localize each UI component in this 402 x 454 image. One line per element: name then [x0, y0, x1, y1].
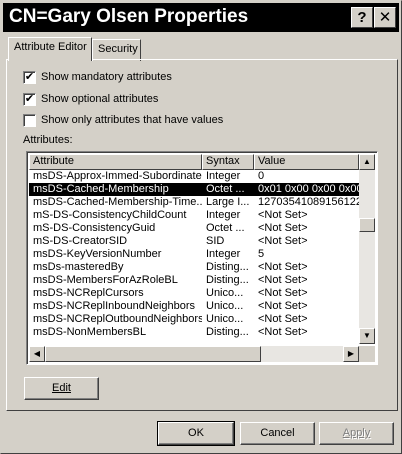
ok-button[interactable]: OK: [158, 422, 234, 445]
close-icon: ✕: [378, 9, 392, 26]
apply-button[interactable]: Apply: [319, 422, 394, 445]
window-title: CN=Gary Olsen Properties: [9, 6, 249, 27]
apply-button-label: Apply: [342, 427, 371, 439]
tab-security[interactable]: Security: [92, 39, 141, 61]
title-bar[interactable]: CN=Gary Olsen Properties ? ✕: [3, 3, 399, 32]
help-button[interactable]: ?: [351, 7, 373, 28]
properties-dialog: CN=Gary Olsen Properties ? ✕ Attribute E…: [0, 0, 402, 454]
tab-panel: [6, 59, 398, 411]
close-button[interactable]: ✕: [374, 7, 396, 28]
tab-attribute-editor[interactable]: Attribute Editor: [8, 37, 92, 61]
cancel-button[interactable]: Cancel: [240, 422, 315, 445]
